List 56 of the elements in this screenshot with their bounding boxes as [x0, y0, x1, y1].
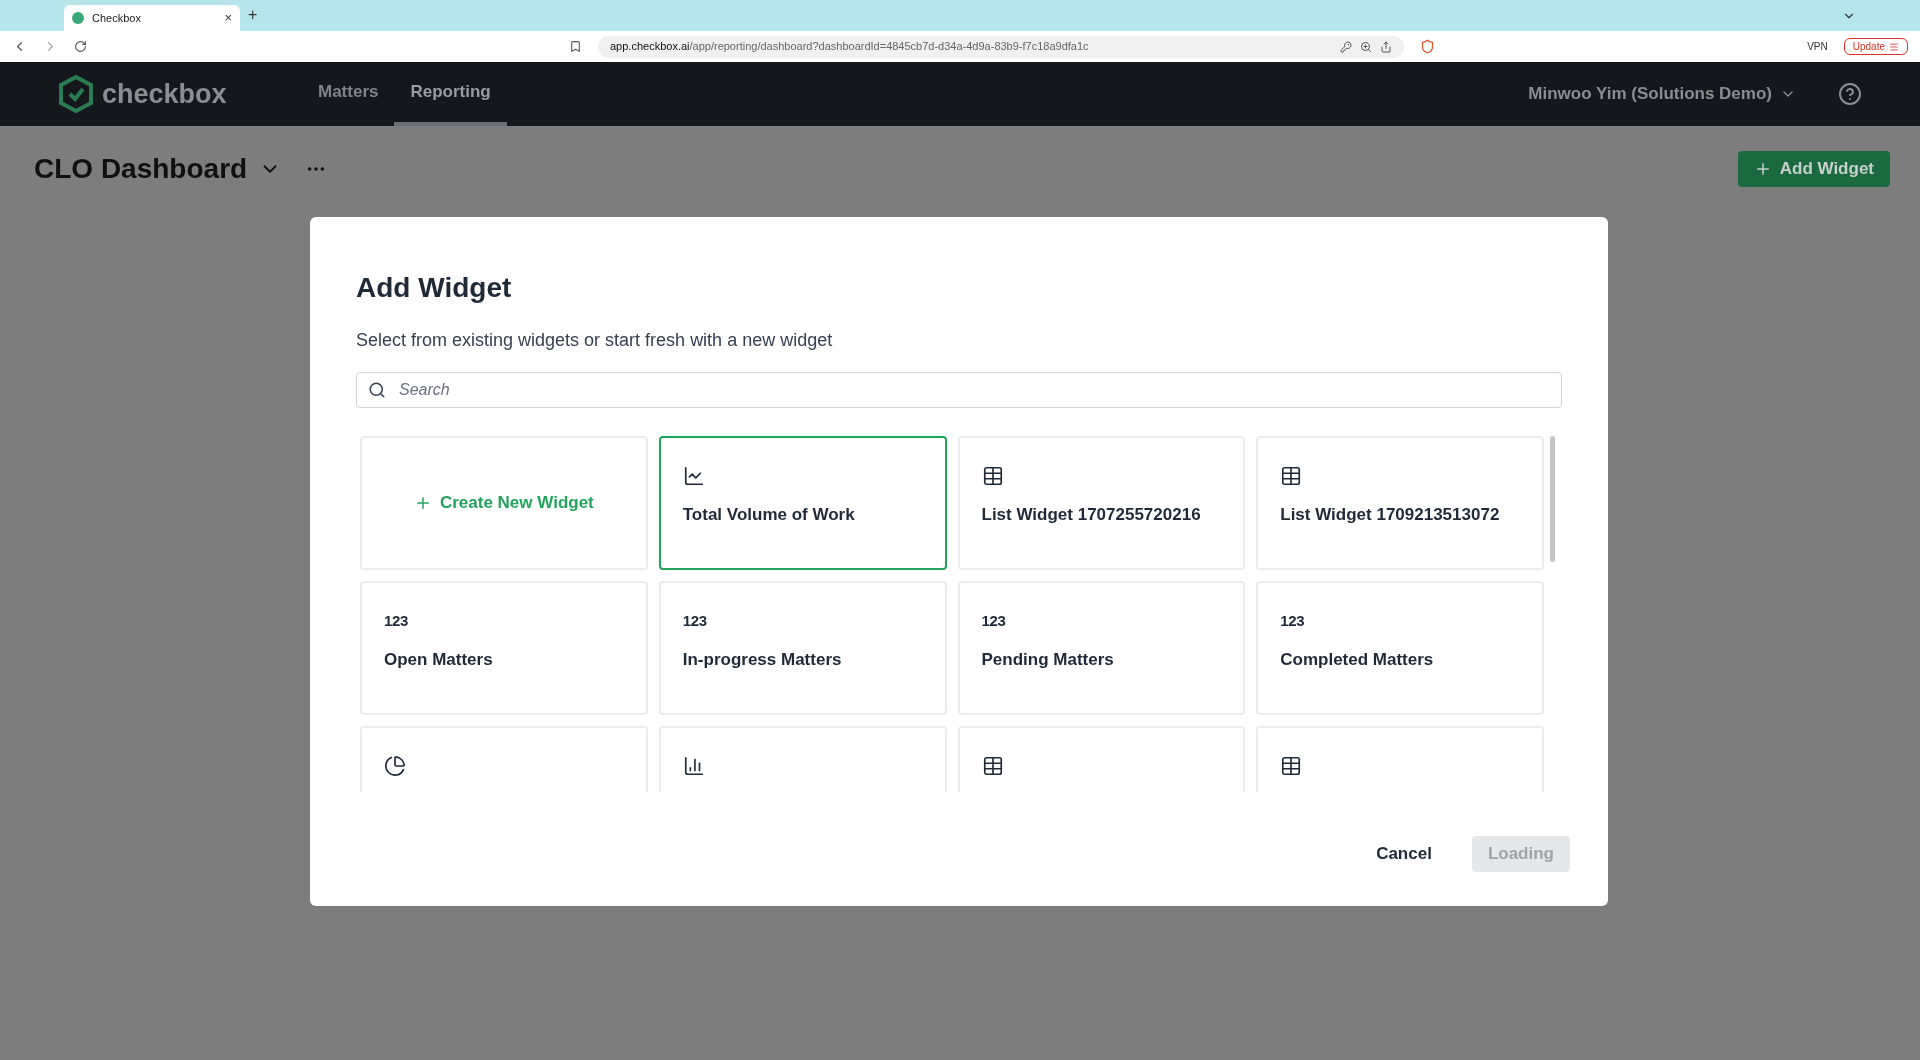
number-glyph: 123 — [682, 610, 707, 631]
nav-tab[interactable]: Matters — [302, 62, 395, 126]
logo-text: checkbox — [102, 77, 227, 111]
line-chart-icon — [682, 465, 705, 487]
tab-title: Checkbox — [92, 10, 142, 26]
widget-title: Open Matters — [384, 649, 494, 671]
table-icon — [981, 755, 1004, 777]
vpn-label[interactable]: VPN — [1807, 39, 1828, 54]
url-text: app.checkbox.ai/app/reporting/dashboard?dashboardId=4845cb7d-d34a-4d9a-83b9-f7c18a9dfa1c — [610, 39, 1090, 55]
number-glyph: 123 — [981, 610, 1006, 631]
widget-title: List Widget 1709213513072 — [1280, 504, 1501, 526]
add-widget-button[interactable]: Add Widget — [1737, 151, 1890, 187]
new-tab-button[interactable]: + — [248, 3, 258, 31]
bookmark-icon[interactable] — [569, 40, 582, 53]
widget-card[interactable]: 123 In-progress Matters — [658, 581, 947, 715]
update-button[interactable]: Update — [1843, 38, 1908, 55]
widget-title: Total Volume of Work — [682, 504, 856, 526]
menu-icon — [1889, 41, 1899, 52]
logo-icon — [58, 75, 94, 113]
widget-title: List Widget 1707255720216 — [981, 504, 1202, 526]
pie-chart-icon — [384, 755, 406, 777]
search-icon — [368, 381, 386, 399]
browser-tab[interactable]: Checkbox × — [64, 5, 240, 31]
widget-title: In-progress Matters — [682, 649, 843, 671]
bar-chart-icon — [682, 755, 705, 777]
table-icon — [981, 465, 1004, 487]
search-field[interactable]: Search — [356, 372, 1562, 408]
help-icon[interactable] — [1838, 82, 1862, 106]
number-glyph: 123 — [1280, 610, 1305, 631]
tab-favicon-icon — [72, 12, 84, 24]
widget-title: Completed Matters — [1280, 649, 1435, 671]
widget-card[interactable]: 123 Completed Matters — [1256, 581, 1544, 715]
key-icon[interactable] — [1340, 40, 1352, 53]
zoom-icon[interactable] — [1360, 40, 1372, 53]
widget-title: Pending Matters — [981, 649, 1115, 671]
number-glyph: 123 — [384, 610, 408, 631]
address-bar[interactable]: app.checkbox.ai/app/reporting/dashboard?dashboardId=4845cb7d-d34a-4d9a-83b9-f7c18a9dfa1c — [598, 35, 1404, 58]
nav-tab[interactable]: Reporting — [394, 62, 507, 126]
tab-close-button[interactable]: × — [224, 8, 232, 28]
widget-card[interactable]: 123 Open Matters — [360, 581, 648, 715]
table-icon — [1280, 465, 1303, 487]
user-menu[interactable]: Minwoo Yim (Solutions Demo) — [1528, 81, 1796, 107]
widget-card[interactable]: 123 Pending Matters — [957, 581, 1246, 715]
shield-icon[interactable] — [1420, 39, 1435, 54]
share-icon[interactable] — [1380, 40, 1392, 53]
dialog-subtitle: Select from existing widgets or start fresh with a new widget — [356, 329, 834, 352]
widget-card[interactable]: List Widget 1707255720216 — [957, 436, 1246, 570]
cancel-button[interactable]: Cancel — [1376, 841, 1432, 867]
create-widget-label: Create New Widget — [439, 492, 594, 515]
scrollbar-thumb[interactable] — [1550, 436, 1555, 562]
dialog-title: Add Widget — [356, 271, 513, 305]
reload-icon[interactable] — [74, 40, 87, 53]
widget-card[interactable]: List Widget 1709213513072 — [1256, 436, 1544, 570]
widget-card[interactable]: Total Volume of Work — [658, 436, 947, 570]
table-icon — [1280, 755, 1303, 777]
dashboard-title[interactable]: CLO Dashboard — [34, 148, 248, 190]
